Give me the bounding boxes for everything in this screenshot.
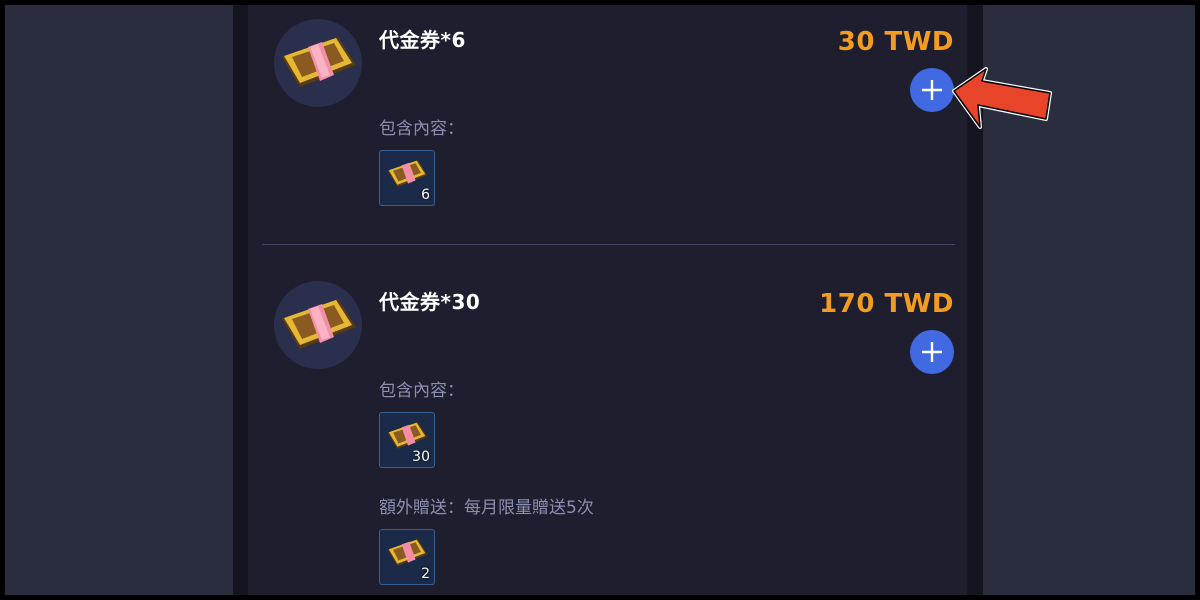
item-count: 30	[412, 449, 430, 465]
voucher-icon	[387, 160, 428, 187]
product-image	[274, 281, 362, 369]
product-price: 170 TWD	[819, 289, 954, 319]
add-to-cart-button[interactable]	[910, 68, 954, 112]
item-slot[interactable]: 6	[379, 150, 435, 206]
item-count: 2	[421, 566, 430, 582]
voucher-icon	[387, 422, 428, 449]
contents-label: 包含內容：	[379, 381, 464, 401]
shop-panel: 代金券*6 30 TWD 包含內容： 6 代金券*30 170 TWD 包含內容…	[248, 5, 967, 595]
item-slot[interactable]: 30	[379, 412, 435, 468]
product-card: 代金券*30 170 TWD 包含內容： 30 額外贈送：每月限量贈送5次 2	[248, 267, 967, 595]
bonus-label: 額外贈送：每月限量贈送5次	[379, 498, 594, 518]
product-title: 代金券*30	[379, 290, 481, 314]
contents-label: 包含內容：	[379, 119, 464, 139]
item-slot[interactable]: 2	[379, 529, 435, 585]
voucher-icon	[387, 539, 428, 566]
product-title: 代金券*6	[379, 28, 466, 52]
voucher-icon	[282, 299, 356, 349]
product-price: 30 TWD	[837, 27, 954, 57]
plus-icon	[922, 80, 942, 100]
plus-icon	[922, 342, 942, 362]
app-window: 代金券*6 30 TWD 包含內容： 6 代金券*30 170 TWD 包含內容…	[5, 5, 1195, 595]
product-image	[274, 19, 362, 107]
product-card: 代金券*6 30 TWD 包含內容： 6	[248, 5, 967, 244]
voucher-icon	[282, 37, 356, 87]
divider	[262, 244, 955, 245]
add-to-cart-button[interactable]	[910, 330, 954, 374]
item-count: 6	[421, 187, 430, 203]
red-arrow-icon	[952, 67, 1052, 129]
